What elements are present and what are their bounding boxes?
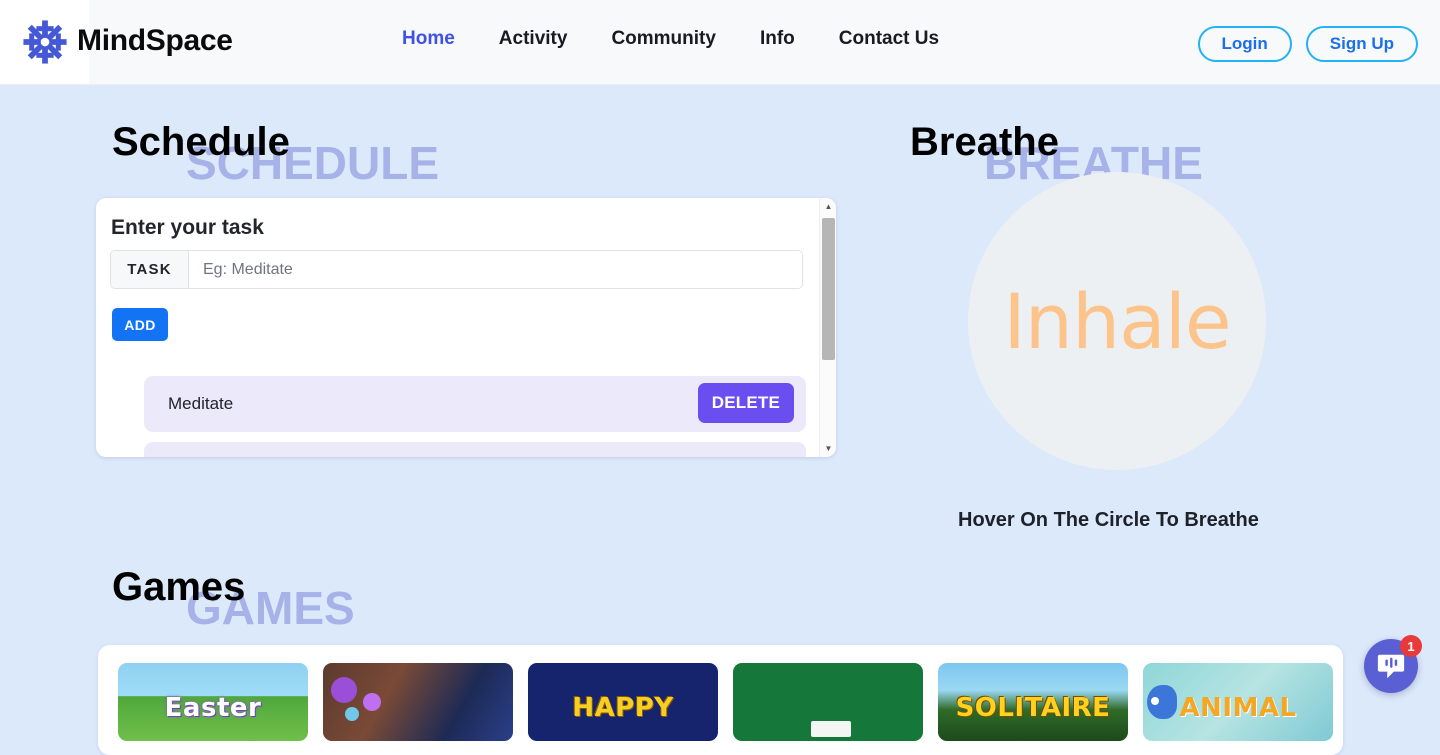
task-input-group: TASK [110, 250, 803, 289]
monster-blob-icon [345, 707, 359, 721]
chat-widget-button[interactable]: 1 [1364, 635, 1422, 693]
delete-task-button[interactable]: DELETE [697, 383, 794, 423]
snowflake-icon [22, 20, 67, 64]
game-card-solitaire[interactable]: SOLITAIRE [938, 663, 1128, 741]
task-input[interactable] [189, 251, 802, 288]
signup-button[interactable]: Sign Up [1305, 26, 1418, 62]
scroll-up-icon[interactable]: ▲ [820, 198, 836, 215]
game-title: SOLITAIRE [955, 693, 1111, 723]
scrollbar-thumb[interactable] [822, 218, 835, 360]
game-title: ANIMAL [1179, 693, 1297, 723]
auth-buttons: Login Sign Up [1197, 26, 1418, 62]
task-list: Meditate DELETE [144, 376, 806, 457]
monster-blob-icon [331, 677, 357, 703]
brand-name: MindSpace [77, 24, 233, 57]
breathe-state-label: Inhale [1003, 276, 1231, 366]
schedule-title: Schedule [112, 120, 290, 164]
chat-bubble-icon [1377, 654, 1405, 679]
task-name: Meditate [168, 394, 234, 413]
site-header: MindSpace Home Activity Community Info C… [0, 0, 1440, 85]
breathe-title: Breathe [910, 120, 1059, 164]
task-input-addon: TASK [111, 251, 189, 288]
login-button[interactable]: Login [1197, 26, 1292, 62]
game-card-animal[interactable]: ANIMAL [1143, 663, 1333, 741]
nav-item-community[interactable]: Community [589, 28, 738, 50]
card-chip-icon [811, 721, 851, 737]
nav-item-activity[interactable]: Activity [477, 28, 590, 50]
table-row[interactable]: Meditate DELETE [144, 376, 806, 432]
scroll-down-icon[interactable]: ▼ [820, 440, 836, 457]
schedule-card: Enter your task TASK ADD Meditate DELETE… [96, 198, 836, 457]
nav-item-info[interactable]: Info [738, 28, 817, 50]
game-card-easter[interactable]: Easter [118, 663, 308, 741]
logo-container[interactable] [0, 0, 89, 84]
game-card-monster[interactable] [323, 663, 513, 741]
chat-unread-badge: 1 [1400, 635, 1422, 657]
game-card-green[interactable] [733, 663, 923, 741]
card-title: Enter your task [111, 216, 264, 239]
game-title: HAPPY [572, 693, 674, 723]
games-title: Games [112, 565, 246, 609]
nav-item-home[interactable]: Home [380, 28, 477, 50]
games-list: Easter HAPPY SOLITAIRE ANIMAL [118, 663, 1333, 741]
games-panel: Easter HAPPY SOLITAIRE ANIMAL [98, 645, 1343, 755]
main-nav: Home Activity Community Info Contact Us [380, 28, 961, 50]
add-task-button[interactable]: ADD [112, 308, 168, 341]
game-card-happy[interactable]: HAPPY [528, 663, 718, 741]
breathe-hint-text: Hover On The Circle To Breathe [958, 509, 1259, 531]
nav-item-contact-us[interactable]: Contact Us [817, 28, 961, 50]
monster-blob-icon [363, 693, 381, 711]
table-row[interactable] [144, 442, 806, 457]
breathe-circle[interactable]: Inhale [968, 172, 1266, 470]
game-title: Easter [164, 693, 262, 723]
task-list-scrollbar[interactable]: ▲ ▼ [819, 198, 836, 457]
